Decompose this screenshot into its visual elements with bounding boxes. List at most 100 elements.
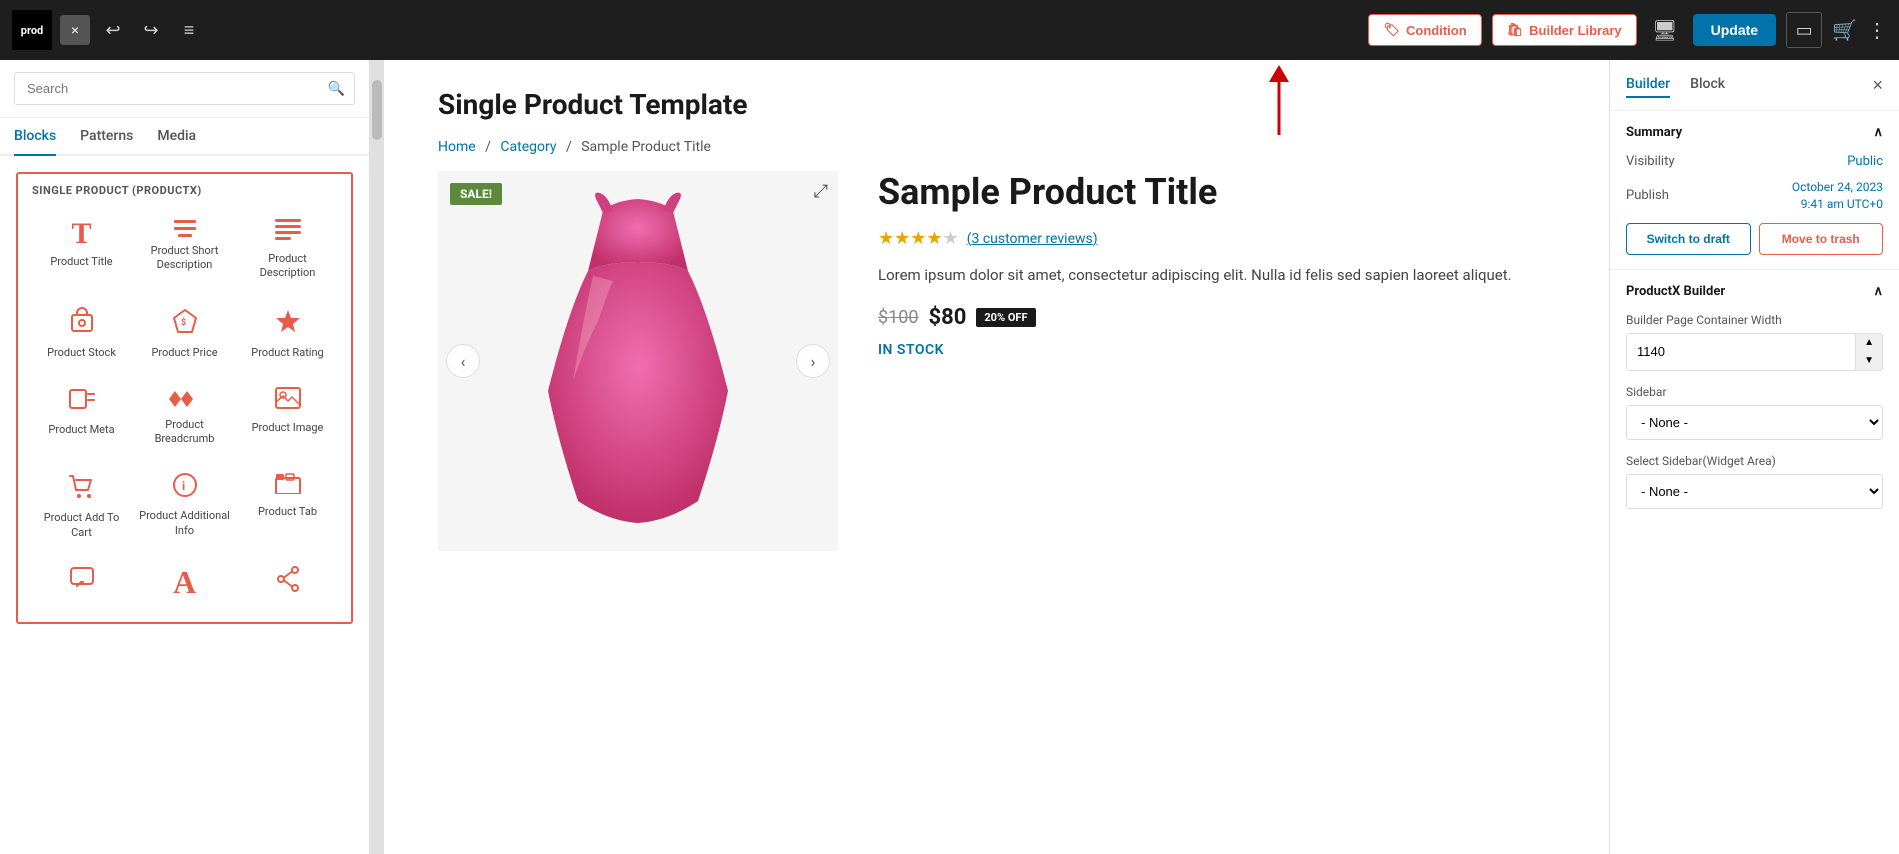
product-rating-icon bbox=[274, 307, 302, 340]
redo-button[interactable]: ↪ bbox=[136, 15, 166, 45]
search-input[interactable] bbox=[14, 72, 355, 105]
product-image-wrapper: ⤢ ‹ bbox=[438, 171, 838, 551]
close-icon: × bbox=[1872, 75, 1883, 95]
block-item-product-description[interactable]: Product Description bbox=[238, 209, 337, 289]
block-item-product-rating[interactable]: Product Rating bbox=[238, 297, 337, 368]
breadcrumb-category[interactable]: Category bbox=[500, 139, 560, 155]
block-item-product-add-to-cart[interactable]: Product Add To Cart bbox=[32, 462, 131, 548]
logo: prod bbox=[12, 10, 52, 50]
breadcrumb-current: Sample Product Title bbox=[581, 139, 711, 155]
monitor-button[interactable]: 🖥 bbox=[1647, 12, 1683, 48]
tab-media[interactable]: Media bbox=[157, 118, 196, 156]
center-canvas: Single Product Template Home / Category … bbox=[370, 60, 1609, 854]
tab-patterns[interactable]: Patterns bbox=[80, 118, 133, 156]
product-stock-icon bbox=[68, 307, 96, 340]
block-label-product-meta: Product Meta bbox=[48, 423, 114, 437]
product-title: Sample Product Title bbox=[878, 171, 1569, 214]
container-width-input[interactable] bbox=[1627, 337, 1855, 366]
undo-button[interactable]: ↩ bbox=[98, 15, 128, 45]
productx-builder-section: ProductX Builder ∧ Builder Page Containe… bbox=[1610, 270, 1899, 537]
close-button[interactable]: × bbox=[60, 15, 90, 45]
block-label-product-short-desc: Product Short Description bbox=[139, 244, 230, 273]
block-label-product-description: Product Description bbox=[242, 252, 333, 281]
right-panel-header: Builder Block × bbox=[1610, 60, 1899, 111]
svg-text:$: $ bbox=[181, 317, 186, 328]
block-item-product-stock[interactable]: Product Stock bbox=[32, 297, 131, 368]
discount-badge: 20% OFF bbox=[976, 308, 1035, 327]
breadcrumb-home[interactable]: Home bbox=[438, 139, 479, 155]
publish-date-value[interactable]: October 24, 2023 9:41 am UTC+0 bbox=[1792, 179, 1883, 213]
product-title-icon: T bbox=[71, 219, 91, 249]
productx-collapse-icon[interactable]: ∧ bbox=[1873, 284, 1883, 299]
blocks-panel: SINGLE PRODUCT (PRODUCTX) T Product Titl… bbox=[16, 172, 353, 624]
search-bar: 🔍 bbox=[0, 60, 369, 118]
product-additional-info-icon: i bbox=[172, 472, 198, 503]
next-image-button[interactable]: › bbox=[796, 344, 830, 378]
text-a-icon: A bbox=[173, 566, 196, 598]
visibility-value[interactable]: Public bbox=[1847, 154, 1883, 169]
product-meta-icon bbox=[68, 386, 96, 417]
block-label-product-price: Product Price bbox=[151, 346, 217, 360]
block-label-product-image: Product Image bbox=[252, 421, 324, 435]
svg-text:i: i bbox=[182, 479, 185, 493]
move-to-trash-button[interactable]: Move to trash bbox=[1759, 223, 1884, 255]
monitor-icon: 🖥 bbox=[1652, 18, 1677, 43]
decrement-button[interactable]: ▼ bbox=[1856, 352, 1882, 370]
tab-builder[interactable]: Builder bbox=[1626, 72, 1670, 98]
block-item-14[interactable]: A bbox=[135, 556, 234, 612]
select-sidebar-select[interactable]: - None - bbox=[1626, 474, 1883, 509]
block-item-product-additional-info[interactable]: i Product Additional Info bbox=[135, 462, 234, 548]
update-button[interactable]: Update bbox=[1693, 14, 1776, 46]
product-info: Sample Product Title ★★★★★ (3 customer r… bbox=[878, 171, 1569, 358]
block-item-15[interactable] bbox=[238, 556, 337, 612]
scroll-indicator[interactable] bbox=[370, 60, 384, 854]
block-item-product-tab[interactable]: Product Tab bbox=[238, 462, 337, 548]
cart-icon: 🛒 bbox=[1832, 20, 1857, 42]
block-item-product-price[interactable]: $ Product Price bbox=[135, 297, 234, 368]
more-options-button[interactable]: ⋮ bbox=[1867, 18, 1887, 43]
prev-image-button[interactable]: ‹ bbox=[446, 344, 480, 378]
block-label-product-breadcrumb: Product Breadcrumb bbox=[139, 418, 230, 447]
sidebar-select[interactable]: - None - bbox=[1626, 405, 1883, 440]
sidebar-tabs: Blocks Patterns Media bbox=[0, 118, 369, 156]
block-item-product-short-desc[interactable]: Product Short Description bbox=[135, 209, 234, 289]
collapse-icon[interactable]: ∧ bbox=[1873, 125, 1883, 140]
container-width-stepper: ▲ ▼ bbox=[1855, 334, 1882, 370]
product-price-icon: $ bbox=[171, 307, 199, 340]
tab-block[interactable]: Block bbox=[1690, 72, 1725, 98]
tab-blocks[interactable]: Blocks bbox=[14, 118, 56, 156]
switch-to-draft-button[interactable]: Switch to draft bbox=[1626, 223, 1751, 255]
product-breadcrumb-icon bbox=[169, 386, 201, 412]
list-view-button[interactable]: ≡ bbox=[174, 15, 204, 45]
breadcrumb-sep-2: / bbox=[566, 139, 575, 155]
product-description-icon bbox=[275, 219, 301, 246]
sidebar-toggle-button[interactable]: ▭ bbox=[1786, 12, 1822, 48]
rating-row: ★★★★★ (3 customer reviews) bbox=[878, 228, 1569, 249]
increment-button[interactable]: ▲ bbox=[1856, 334, 1882, 352]
block-item-13[interactable] bbox=[32, 556, 131, 612]
page-title: Single Product Template bbox=[438, 88, 1569, 121]
condition-button[interactable]: 🏷 Condition bbox=[1368, 14, 1481, 46]
visibility-row: Visibility Public bbox=[1626, 154, 1883, 169]
block-item-product-breadcrumb[interactable]: Product Breadcrumb bbox=[135, 376, 234, 455]
blocks-grid: T Product Title Product Short Descriptio… bbox=[32, 209, 337, 612]
cart-button[interactable]: 🛒 bbox=[1832, 18, 1857, 43]
expand-icon[interactable]: ⤢ bbox=[814, 181, 828, 202]
summary-section: Summary ∧ Visibility Public Publish Octo… bbox=[1610, 111, 1899, 270]
builder-library-icon: 🛍 bbox=[1507, 22, 1524, 38]
star-rating: ★★★★★ bbox=[878, 228, 959, 249]
builder-library-button[interactable]: 🛍 Builder Library bbox=[1492, 14, 1637, 46]
breadcrumb: Home / Category / Sample Product Title bbox=[384, 139, 1609, 171]
share-icon bbox=[275, 566, 301, 597]
undo-icon: ↩ bbox=[105, 20, 120, 41]
block-item-product-image[interactable]: Product Image bbox=[238, 376, 337, 455]
publish-label: Publish bbox=[1626, 188, 1669, 203]
product-image-container: SALE! ⤢ ‹ bbox=[438, 171, 838, 551]
right-panel-close-button[interactable]: × bbox=[1872, 75, 1883, 96]
review-count[interactable]: (3 customer reviews) bbox=[967, 231, 1098, 247]
block-item-product-title[interactable]: T Product Title bbox=[32, 209, 131, 289]
chat-icon bbox=[69, 566, 95, 595]
block-item-product-meta[interactable]: Product Meta bbox=[32, 376, 131, 455]
container-width-label: Builder Page Container Width bbox=[1626, 313, 1883, 327]
block-label-product-rating: Product Rating bbox=[251, 346, 323, 360]
